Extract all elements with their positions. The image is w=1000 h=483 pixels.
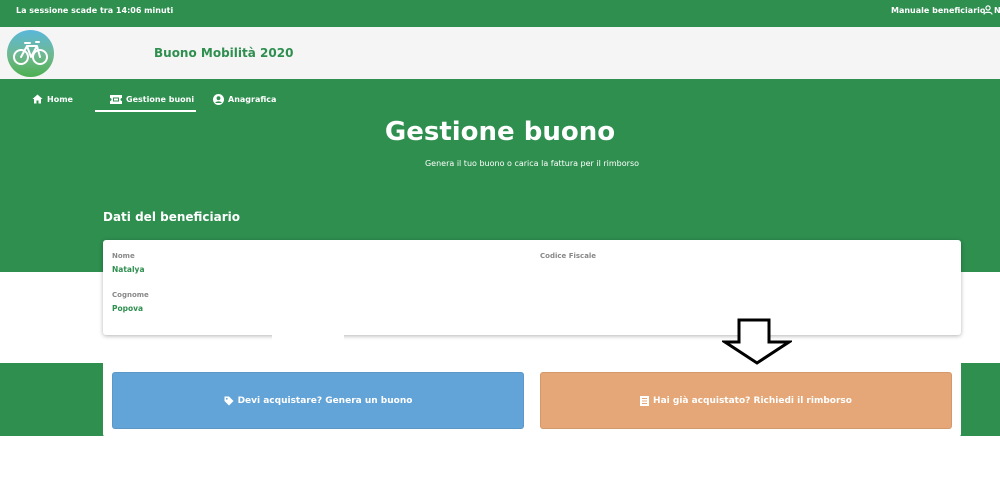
nav-item-label: Anagrafica [228,94,277,104]
nome-value: Natalya [112,265,145,274]
app-title: Buono Mobilità 2020 [154,46,294,60]
nome-label: Nome [112,252,135,260]
active-tab-indicator [95,110,196,112]
actions-panel: Devi acquistare? Genera un buono Hai già… [103,363,961,437]
home-icon [32,94,43,104]
codice-fiscale-label: Codice Fiscale [540,252,597,260]
receipt-icon [640,395,650,406]
tag-icon [224,396,234,405]
nav-item-home[interactable]: Home [32,92,73,106]
beneficiary-card: Nome Natalya Cognome Popova Codice Fisca… [103,240,961,335]
page-subtitle: Genera il tuo buono o carica la fattura … [424,159,640,168]
app-header: Buono Mobilità 2020 [0,27,1000,79]
session-timer: La sessione scade tra 14:06 minuti [16,6,174,15]
cognome-label: Cognome [112,291,149,299]
down-arrow-icon [722,318,792,365]
logo[interactable] [7,30,54,77]
page-title: Gestione buono [384,117,616,147]
cognome-value: Popova [112,304,144,313]
top-bar: La sessione scade tra 14:06 minuti Manua… [0,0,1000,27]
ticket-icon [110,94,122,104]
bicycle-icon [13,41,48,65]
user-icon[interactable] [983,5,993,15]
user-menu-label[interactable]: N [994,6,1000,15]
section-title: Dati del beneficiario [103,210,241,224]
nav-item-label: Gestione buoni [126,94,195,104]
blank-area [272,333,344,364]
user-circle-icon [213,93,224,105]
nav-item-anagrafica[interactable]: Anagrafica [213,92,276,106]
nav-item-label: Home [47,94,73,104]
request-refund-button[interactable]: Hai già acquistato? Richiedi il rimborso [540,372,952,429]
generate-voucher-button[interactable]: Devi acquistare? Genera un buono [112,372,524,429]
nav-item-gestione-buoni[interactable]: Gestione buoni [110,92,194,106]
request-refund-label: Hai già acquistato? Richiedi il rimborso [653,395,852,406]
generate-voucher-label: Devi acquistare? Genera un buono [237,395,413,406]
manual-link[interactable]: Manuale beneficiario [891,6,985,15]
